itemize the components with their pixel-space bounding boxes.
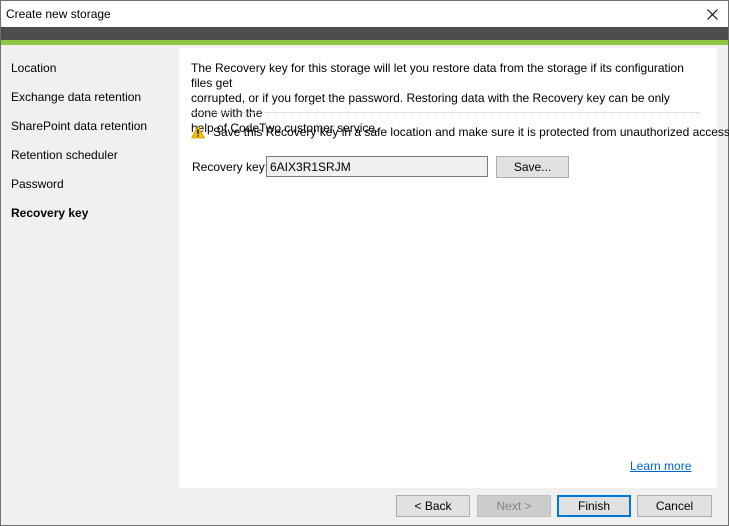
sidebar-item-password[interactable]: Password [11, 177, 64, 191]
recovery-key-label: Recovery key: [192, 160, 269, 174]
back-button[interactable]: < Back [396, 495, 470, 517]
close-icon [706, 8, 718, 20]
wizard-steps-sidebar: Location Exchange data retention SharePo… [1, 45, 178, 491]
window-title: Create new storage [6, 7, 111, 21]
next-button[interactable]: Next > [477, 495, 551, 517]
sidebar-item-location[interactable]: Location [11, 61, 56, 75]
sidebar-item-recovery-key[interactable]: Recovery key [11, 206, 88, 220]
save-recovery-key-button[interactable]: Save... [496, 156, 569, 178]
sidebar-item-sharepoint-data-retention[interactable]: SharePoint data retention [11, 119, 147, 133]
cancel-button[interactable]: Cancel [637, 495, 712, 517]
title-bar: Create new storage [1, 1, 728, 27]
warning-triangle-icon [191, 125, 205, 139]
separator [191, 112, 699, 113]
sidebar-item-retention-scheduler[interactable]: Retention scheduler [11, 148, 118, 162]
header-band [1, 27, 728, 40]
recovery-key-panel: The Recovery key for this storage will l… [179, 48, 729, 488]
description-line-1: The Recovery key for this storage will l… [191, 61, 684, 90]
close-button[interactable] [702, 4, 722, 24]
learn-more-link[interactable]: Learn more [630, 459, 691, 473]
warning-message: Save this Recovery key in a safe locatio… [213, 125, 729, 139]
description-line-2: corrupted, or if you forget the password… [191, 91, 670, 120]
finish-button[interactable]: Finish [557, 495, 631, 517]
create-storage-dialog: Create new storage Location Exchange dat… [0, 0, 729, 526]
recovery-key-field[interactable] [266, 156, 488, 177]
sidebar-item-exchange-data-retention[interactable]: Exchange data retention [11, 90, 141, 104]
